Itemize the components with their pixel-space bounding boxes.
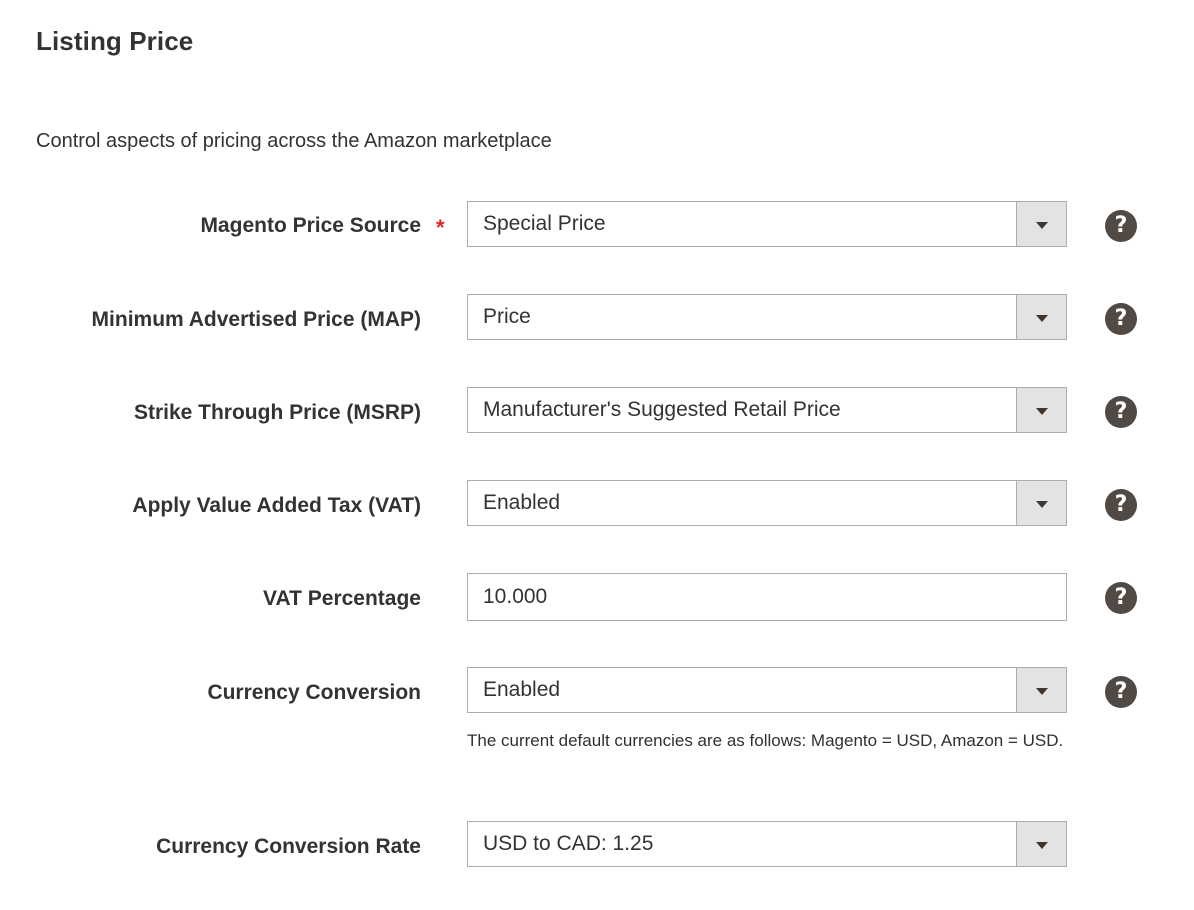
chevron-down-icon <box>1036 688 1048 695</box>
chevron-down-icon <box>1036 222 1048 229</box>
chevron-down-icon <box>1036 842 1048 849</box>
select-value: Enabled <box>483 491 561 514</box>
chevron-down-icon <box>1036 315 1048 322</box>
vat-percentage-input[interactable] <box>467 573 1067 621</box>
dropdown-toggle[interactable] <box>1016 202 1066 246</box>
chevron-down-icon <box>1036 501 1048 508</box>
currency-note: The current default currencies are as fo… <box>467 731 1064 750</box>
help-circle-icon[interactable]: ? <box>1105 582 1137 614</box>
select-value: Price <box>483 305 531 328</box>
dropdown-toggle[interactable] <box>1016 388 1066 432</box>
required-marker: * <box>436 215 445 240</box>
dropdown-toggle[interactable] <box>1016 295 1066 339</box>
chevron-down-icon <box>1036 408 1048 415</box>
help-circle-icon[interactable]: ? <box>1105 210 1137 242</box>
field-label: Apply Value Added Tax (VAT) <box>132 494 421 517</box>
field-label: Magento Price Source <box>200 214 421 237</box>
help-circle-icon[interactable]: ? <box>1105 396 1137 428</box>
select-value: USD to CAD: 1.25 <box>483 832 654 855</box>
help-circle-icon[interactable]: ? <box>1105 676 1137 708</box>
map-select[interactable]: Price <box>467 294 1067 340</box>
select-value: Enabled <box>483 678 561 701</box>
select-value: Special Price <box>483 212 606 235</box>
msrp-select[interactable]: Manufacturer's Suggested Retail Price <box>467 387 1067 433</box>
help-circle-icon[interactable]: ? <box>1105 303 1137 335</box>
field-label: Currency Conversion <box>207 681 421 704</box>
dropdown-toggle[interactable] <box>1016 822 1066 866</box>
field-label: Currency Conversion Rate <box>156 835 421 858</box>
currency-conversion-select[interactable]: Enabled <box>467 667 1067 713</box>
select-value: Manufacturer's Suggested Retail Price <box>483 398 841 421</box>
section-description: Control aspects of pricing across the Am… <box>36 130 552 152</box>
conversion-rate-select[interactable]: USD to CAD: 1.25 <box>467 821 1067 867</box>
vat-select[interactable]: Enabled <box>467 480 1067 526</box>
dropdown-toggle[interactable] <box>1016 668 1066 712</box>
price-source-select[interactable]: Special Price <box>467 201 1067 247</box>
dropdown-toggle[interactable] <box>1016 481 1066 525</box>
field-label: Minimum Advertised Price (MAP) <box>91 308 421 331</box>
field-label: Strike Through Price (MSRP) <box>133 401 421 424</box>
help-circle-icon[interactable]: ? <box>1105 489 1137 521</box>
field-label: VAT Percentage <box>263 587 421 610</box>
section-title: Listing Price <box>36 26 194 56</box>
